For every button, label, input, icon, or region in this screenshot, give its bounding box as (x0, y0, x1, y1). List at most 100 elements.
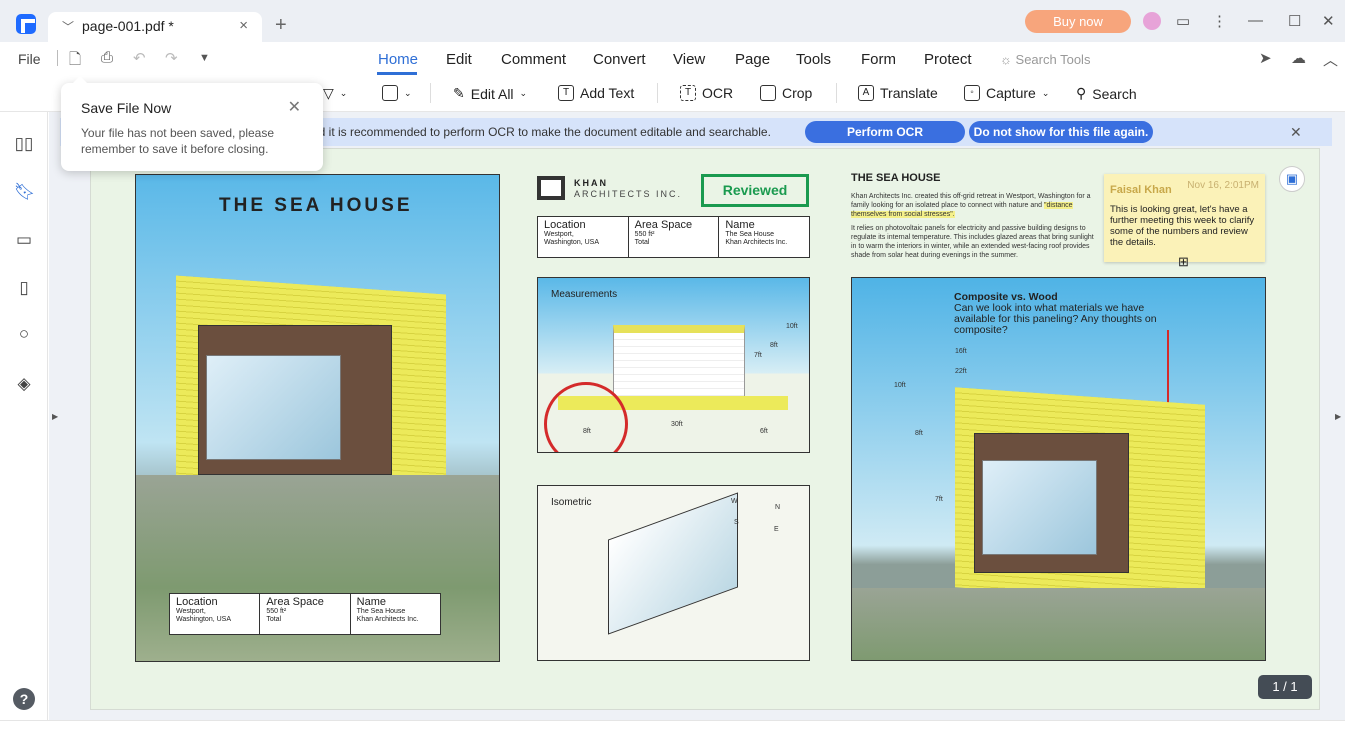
cloud-upload-icon[interactable]: ☁ (1291, 49, 1306, 67)
new-tab-icon[interactable]: + (275, 14, 287, 37)
menu-file[interactable]: File (18, 51, 41, 67)
compass-label: N (775, 504, 781, 511)
dim-label: 8ft (770, 342, 778, 349)
note-date: Nov 16, 2:01PM (1187, 180, 1259, 191)
divider (657, 83, 658, 103)
shape-tool[interactable]: ⌄ (382, 85, 412, 101)
search-tools[interactable]: ☼ Search Tools (1000, 52, 1090, 67)
reviewed-stamp[interactable]: Reviewed (701, 174, 809, 207)
translate-label: Translate (880, 85, 938, 101)
app-logo (16, 14, 36, 34)
close-popup-icon[interactable]: ✕ (288, 97, 301, 117)
house-window (206, 355, 341, 460)
help-icon[interactable]: ? (13, 688, 35, 710)
chevron-down-icon: ⌄ (519, 88, 528, 98)
khan-logo (537, 176, 565, 200)
sticky-note[interactable]: Faisal Khan Nov 16, 2:01PM This is looki… (1104, 174, 1265, 262)
capture-label: Capture (986, 85, 1036, 101)
left-sidebar: ▯▯ 🔖︎ ▭ ▯ ○ ◈ ? (0, 112, 48, 720)
attachment-icon[interactable]: ▯ (14, 278, 34, 298)
chevron-down-icon: ⌄ (339, 88, 348, 98)
menu-protect[interactable]: Protect (924, 51, 972, 68)
add-text-button[interactable]: T Add Text (558, 85, 634, 101)
dim-label: 22ft (955, 368, 967, 375)
layers-icon[interactable]: ◈ (14, 374, 34, 394)
brand-subtitle: ARCHITECTS INC. (574, 189, 683, 199)
isometric-panel: Isometric W N S E (537, 485, 810, 661)
message-icon[interactable]: ▭ (1176, 12, 1190, 30)
expand-left-icon[interactable]: ▶ (52, 412, 58, 421)
camera-icon: ◦ (964, 85, 980, 101)
menu-edit[interactable]: Edit (446, 51, 472, 68)
search-button[interactable]: ⚲ Search (1076, 85, 1137, 102)
pen-icon: ✎ (453, 85, 465, 101)
search-tools-label: Search Tools (1015, 52, 1091, 67)
highlight-tool[interactable]: ▽ ⌄ (323, 85, 347, 102)
ocr-button[interactable]: T OCR (680, 85, 733, 101)
compass-label: W (731, 498, 738, 505)
ocr-icon: T (680, 85, 696, 101)
document-tab[interactable]: ﹀ page-001.pdf * × (48, 12, 262, 42)
menu-tools[interactable]: Tools (796, 51, 831, 68)
doc-title: THE SEA HOUSE (219, 195, 413, 216)
edit-all-button[interactable]: ✎ Edit All ⌄ (453, 85, 527, 102)
measurements-label: Measurements (551, 289, 618, 300)
do-not-show-button[interactable]: Do not show for this file again. (969, 121, 1153, 143)
dim-label: 30ft (671, 421, 683, 428)
crop-button[interactable]: Crop (760, 85, 812, 101)
perform-ocr-button[interactable]: Perform OCR (805, 121, 965, 143)
more-icon[interactable]: ⋮ (1212, 12, 1227, 30)
menu-view[interactable]: View (673, 51, 705, 68)
buy-now-button[interactable]: Buy now (1025, 10, 1131, 33)
maximize-icon[interactable]: ☐ (1288, 12, 1301, 30)
collapse-ribbon-icon[interactable]: ︿ (1323, 49, 1338, 70)
expand-right-icon[interactable]: ▶ (1335, 412, 1341, 421)
menu-home[interactable]: Home (378, 51, 418, 68)
minimize-icon[interactable]: — (1248, 12, 1263, 29)
info-table: Location Westport, Washington, USA Area S… (169, 593, 441, 635)
comment-icon[interactable]: ▭ (14, 230, 34, 250)
dim-label: 8ft (915, 430, 923, 437)
send-icon[interactable]: ➤ (1259, 49, 1272, 67)
chevron-down-icon[interactable]: ﹀ (62, 18, 74, 35)
close-tab-icon[interactable]: × (239, 17, 248, 34)
note-anchor-icon[interactable]: ⊞ (1178, 254, 1189, 270)
dim-label: 10ft (786, 323, 798, 330)
bookmark-icon[interactable]: 🔖︎ (14, 182, 36, 202)
house-window (982, 460, 1097, 555)
lightbulb-icon: ☼ (1000, 52, 1016, 67)
brand-name: KHAN (574, 178, 608, 188)
note-author: Faisal Khan (1110, 184, 1172, 196)
thumbnails-icon[interactable]: ▯▯ (14, 134, 34, 154)
arrow-annotation[interactable] (1167, 330, 1169, 410)
ai-assistant-icon[interactable]: ▣ (1279, 166, 1305, 192)
compass-label: E (774, 526, 779, 533)
section-heading: THE SEA HOUSE (851, 172, 941, 184)
menu-form[interactable]: Form (861, 51, 896, 68)
translate-button[interactable]: A Translate (858, 85, 938, 101)
status-bar (0, 720, 1345, 730)
menu-page[interactable]: Page (735, 51, 770, 68)
avatar[interactable] (1143, 12, 1161, 30)
callout-body: Can we look into what materials we have … (954, 302, 1157, 336)
redo-icon[interactable]: ↷ (165, 49, 178, 67)
popup-body: Your file has not been saved, please rem… (81, 126, 275, 156)
active-tab-underline (377, 72, 417, 75)
translate-icon: A (858, 85, 874, 101)
undo-icon[interactable]: ↶ (133, 49, 146, 67)
print-icon[interactable]: ⎙ (101, 49, 113, 66)
customize-dropdown-icon[interactable]: ▼ (199, 52, 210, 64)
menu-comment[interactable]: Comment (501, 51, 566, 68)
rectangle-icon (382, 85, 398, 101)
compass-label: S (734, 519, 739, 526)
save-icon[interactable]: 🗋 (69, 49, 81, 74)
menu-convert[interactable]: Convert (593, 51, 646, 68)
close-window-icon[interactable]: ✕ (1322, 12, 1335, 30)
info-table: Location Westport, Washington, USA Area S… (537, 216, 810, 258)
dim-label: 7ft (935, 496, 943, 503)
capture-button[interactable]: ◦ Capture ⌄ (964, 85, 1049, 101)
rocks (852, 588, 1265, 660)
close-banner-icon[interactable]: ✕ (1290, 124, 1302, 141)
search-icon[interactable]: ○ (14, 324, 34, 344)
chevron-down-icon: ⌄ (404, 87, 412, 98)
